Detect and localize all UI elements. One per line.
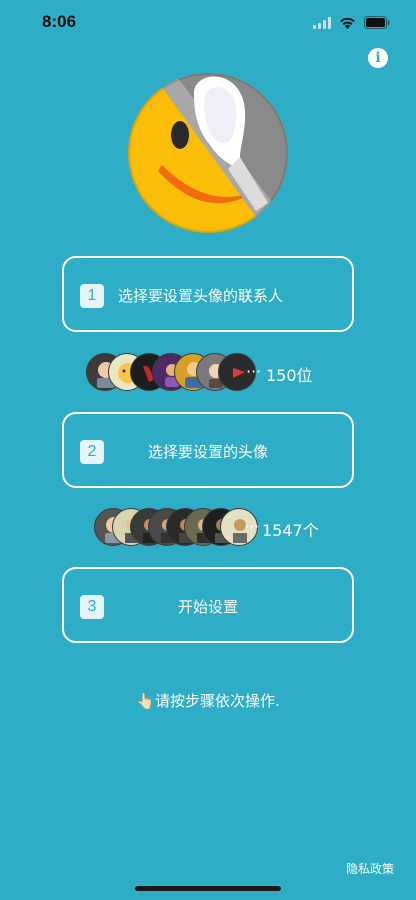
avatars-ellipsis: ··· — [244, 517, 260, 536]
step-1-number: 1 — [80, 284, 104, 308]
step-1-select-contacts-button[interactable]: 1 选择要设置头像的联系人 — [62, 256, 354, 332]
privacy-policy-link[interactable]: 隐私政策 — [346, 860, 394, 877]
step-3-start-button[interactable]: 3 开始设置 — [62, 567, 354, 643]
status-icons — [313, 14, 390, 33]
step-2-label: 选择要设置的头像 — [147, 443, 268, 461]
wifi-icon — [339, 14, 356, 33]
contacts-ellipsis: ··· — [246, 362, 262, 381]
info-button[interactable]: i — [368, 48, 388, 68]
step-2-select-avatars-button[interactable]: 2 选择要设置的头像 — [62, 412, 354, 488]
step-3-label: 开始设置 — [177, 598, 238, 616]
battery-icon — [364, 14, 390, 33]
app-logo-icon — [128, 73, 288, 233]
pointing-hand-icon: 👆🏻 — [136, 692, 155, 710]
cellular-signal-icon — [313, 14, 331, 33]
avatars-count: 1547个 — [262, 521, 319, 540]
status-bar: 8:06 — [0, 0, 416, 46]
hint-text: 请按步骤依次操作. — [154, 692, 280, 710]
info-icon: i — [375, 50, 381, 66]
contacts-count: 150位 — [266, 366, 313, 385]
status-time: 8:06 — [42, 12, 77, 31]
step-1-label: 选择要设置头像的联系人 — [118, 287, 284, 305]
instruction-hint: 👆🏻请按步骤依次操作. — [0, 690, 416, 711]
home-indicator — [135, 886, 281, 891]
